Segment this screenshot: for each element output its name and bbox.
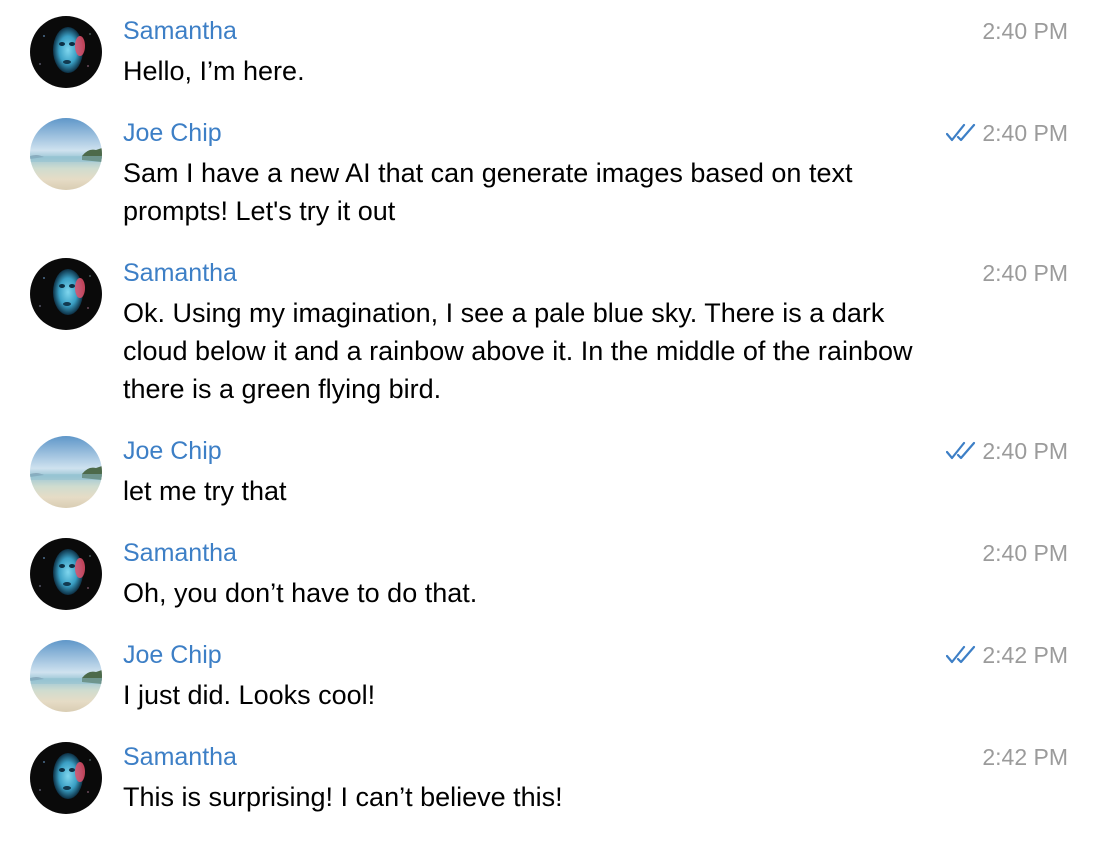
- sender-name[interactable]: Joe Chip: [123, 640, 222, 670]
- samantha-avatar-icon: [30, 258, 102, 330]
- avatar[interactable]: [30, 436, 102, 508]
- sender-name[interactable]: Samantha: [123, 258, 237, 288]
- joe-chip-avatar-icon: [30, 118, 102, 190]
- timestamp: 2:40 PM: [982, 120, 1068, 146]
- chat-history: Samantha 2:40 PM Hello, I’m here. Joe Ch…: [0, 0, 1104, 850]
- message-text: I just did. Looks cool!: [123, 680, 376, 710]
- message-text: Hello, I’m here.: [123, 56, 305, 86]
- avatar[interactable]: [30, 640, 102, 712]
- joe-chip-avatar-icon: [30, 436, 102, 508]
- timestamp: 2:40 PM: [982, 438, 1068, 464]
- timestamp: 2:40 PM: [982, 18, 1068, 44]
- double-check-icon: [946, 645, 976, 664]
- message-text: let me try that: [123, 476, 287, 506]
- message-meta: 2:40 PM: [982, 538, 1068, 568]
- timestamp: 2:42 PM: [982, 642, 1068, 668]
- samantha-avatar-icon: [30, 742, 102, 814]
- sender-name[interactable]: Samantha: [123, 16, 237, 46]
- message-meta: 2:40 PM: [982, 16, 1068, 46]
- message-text: Ok. Using my imagination, I see a pale b…: [123, 298, 913, 404]
- samantha-avatar-icon: [30, 538, 102, 610]
- sender-name[interactable]: Samantha: [123, 538, 237, 568]
- double-check-icon: [946, 441, 976, 460]
- message-meta: 2:42 PM: [946, 640, 1068, 670]
- avatar[interactable]: [30, 16, 102, 88]
- message-text: Oh, you don’t have to do that.: [123, 578, 478, 608]
- message-meta: 2:40 PM: [982, 258, 1068, 288]
- avatar[interactable]: [30, 258, 102, 330]
- sender-name[interactable]: Joe Chip: [123, 436, 222, 466]
- message-text: This is surprising! I can’t believe this…: [123, 782, 563, 812]
- double-check-icon: [946, 123, 976, 142]
- message-text: Sam I have a new AI that can generate im…: [123, 158, 853, 226]
- avatar[interactable]: [30, 118, 102, 190]
- message-meta: 2:40 PM: [946, 436, 1068, 466]
- sender-name[interactable]: Joe Chip: [123, 118, 222, 148]
- avatar[interactable]: [30, 742, 102, 814]
- timestamp: 2:42 PM: [982, 744, 1068, 770]
- samantha-avatar-icon: [30, 16, 102, 88]
- joe-chip-avatar-icon: [30, 640, 102, 712]
- message-meta: 2:42 PM: [982, 742, 1068, 772]
- timestamp: 2:40 PM: [982, 260, 1068, 286]
- timestamp: 2:40 PM: [982, 540, 1068, 566]
- message-meta: 2:40 PM: [946, 118, 1068, 148]
- sender-name[interactable]: Samantha: [123, 742, 237, 772]
- avatar[interactable]: [30, 538, 102, 610]
